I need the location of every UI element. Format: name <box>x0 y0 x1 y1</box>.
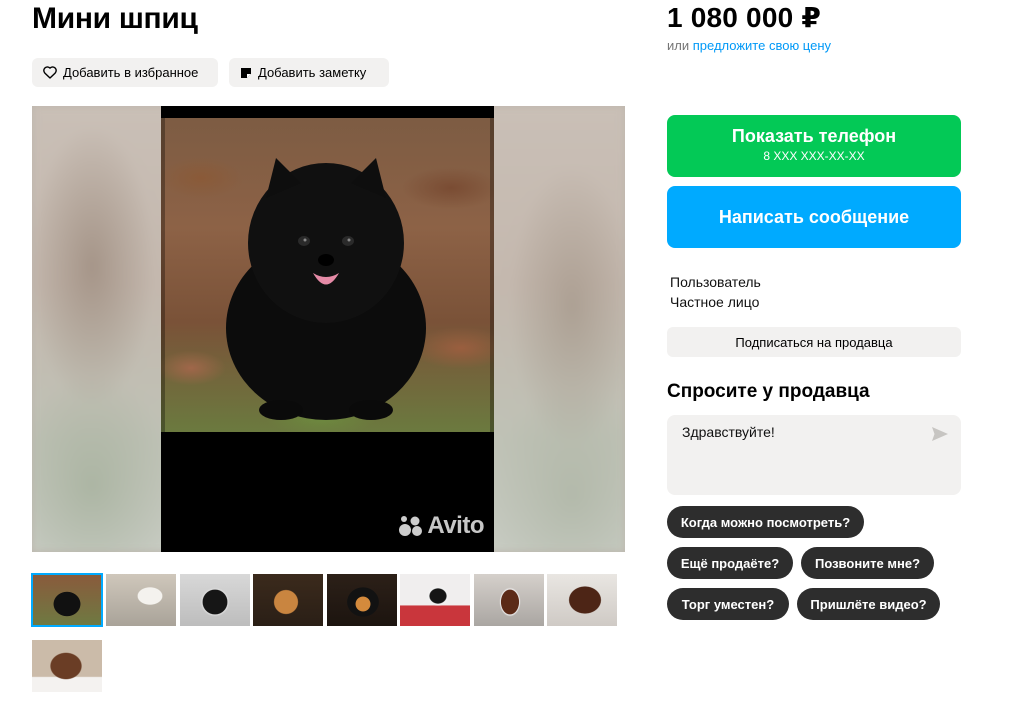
ask-message-box[interactable] <box>667 415 961 495</box>
price: 1 080 000 ₽ <box>667 2 822 33</box>
quick-reply-bargain[interactable]: Торг уместен? <box>667 588 789 620</box>
seller-name[interactable]: Пользователь <box>670 274 761 290</box>
show-phone-label: Показать телефон <box>731 126 897 146</box>
favorites-label: Добавить в избранное <box>63 65 199 80</box>
quick-reply-call-me[interactable]: Позвоните мне? <box>801 547 934 579</box>
message-input[interactable] <box>667 415 927 495</box>
thumbnail[interactable] <box>180 574 250 626</box>
main-photo[interactable] <box>161 118 494 432</box>
frame-edge-right <box>490 106 494 552</box>
add-to-favorites-button[interactable]: Добавить в избранное <box>32 58 218 87</box>
thumbnail[interactable] <box>31 573 103 627</box>
thumbnail[interactable] <box>32 640 102 692</box>
thumbnail[interactable] <box>547 574 617 626</box>
thumbnail[interactable] <box>474 574 544 626</box>
subscribe-seller-button[interactable]: Подписаться на продавца <box>667 327 961 357</box>
quick-reply-send-video[interactable]: Пришлёте видео? <box>797 588 940 620</box>
price-offer-prefix: или <box>667 38 690 53</box>
price-offer-line: или предложите свою цену <box>667 38 831 53</box>
heart-icon <box>43 66 57 79</box>
main-photo-frame[interactable]: Avito <box>161 106 494 552</box>
quick-reply-still-selling[interactable]: Ещё продаёте? <box>667 547 793 579</box>
thumbnail[interactable] <box>327 574 397 626</box>
note-icon <box>241 67 251 78</box>
note-label: Добавить заметку <box>258 65 367 80</box>
frame-edge-left <box>161 106 165 552</box>
quick-reply-when-view[interactable]: Когда можно посмотреть? <box>667 506 864 538</box>
thumbnail[interactable] <box>106 574 176 626</box>
avito-watermark: Avito <box>398 512 484 540</box>
phone-mask: 8 XXX XXX-XX-XX <box>763 149 865 163</box>
show-phone-button[interactable]: Показать телефон 8 XXX XXX-XX-XX <box>667 115 961 177</box>
image-gallery[interactable]: Avito <box>32 106 625 552</box>
dog-illustration <box>226 158 426 420</box>
avito-logo-icon <box>399 516 423 536</box>
listing-title: Мини шпиц <box>32 2 198 35</box>
thumbnail[interactable] <box>400 574 470 626</box>
add-note-button[interactable]: Добавить заметку <box>229 58 389 87</box>
write-message-button[interactable]: Написать сообщение <box>667 186 961 248</box>
offer-price-link[interactable]: предложите свою цену <box>693 38 831 53</box>
watermark-text: Avito <box>427 512 484 539</box>
send-icon[interactable] <box>931 426 949 442</box>
seller-type: Частное лицо <box>670 294 760 310</box>
thumbnail[interactable] <box>253 574 323 626</box>
ask-seller-title: Спросите у продавца <box>667 381 870 402</box>
